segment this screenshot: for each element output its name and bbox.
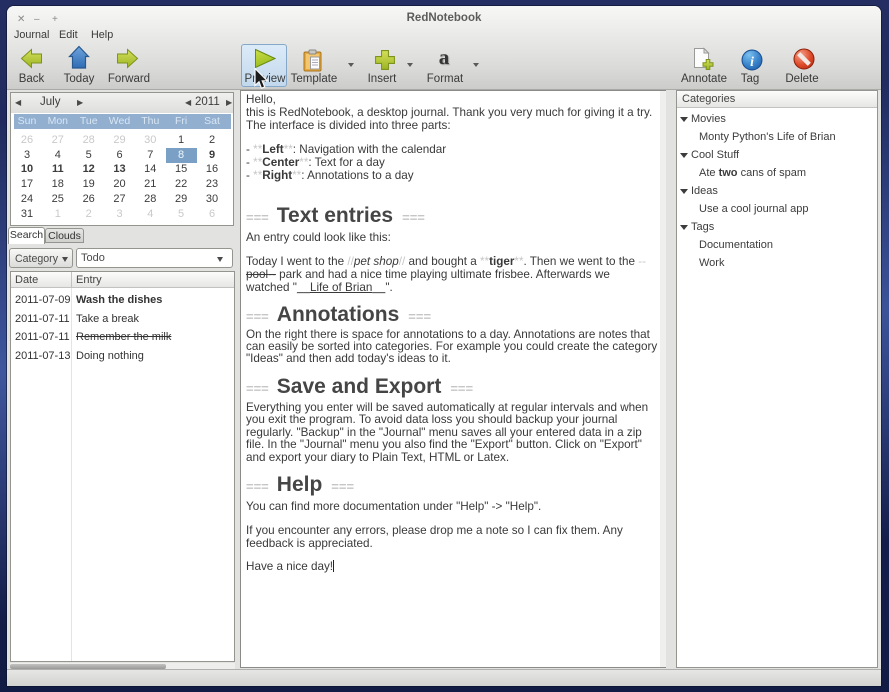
svg-text:i: i — [750, 54, 754, 69]
